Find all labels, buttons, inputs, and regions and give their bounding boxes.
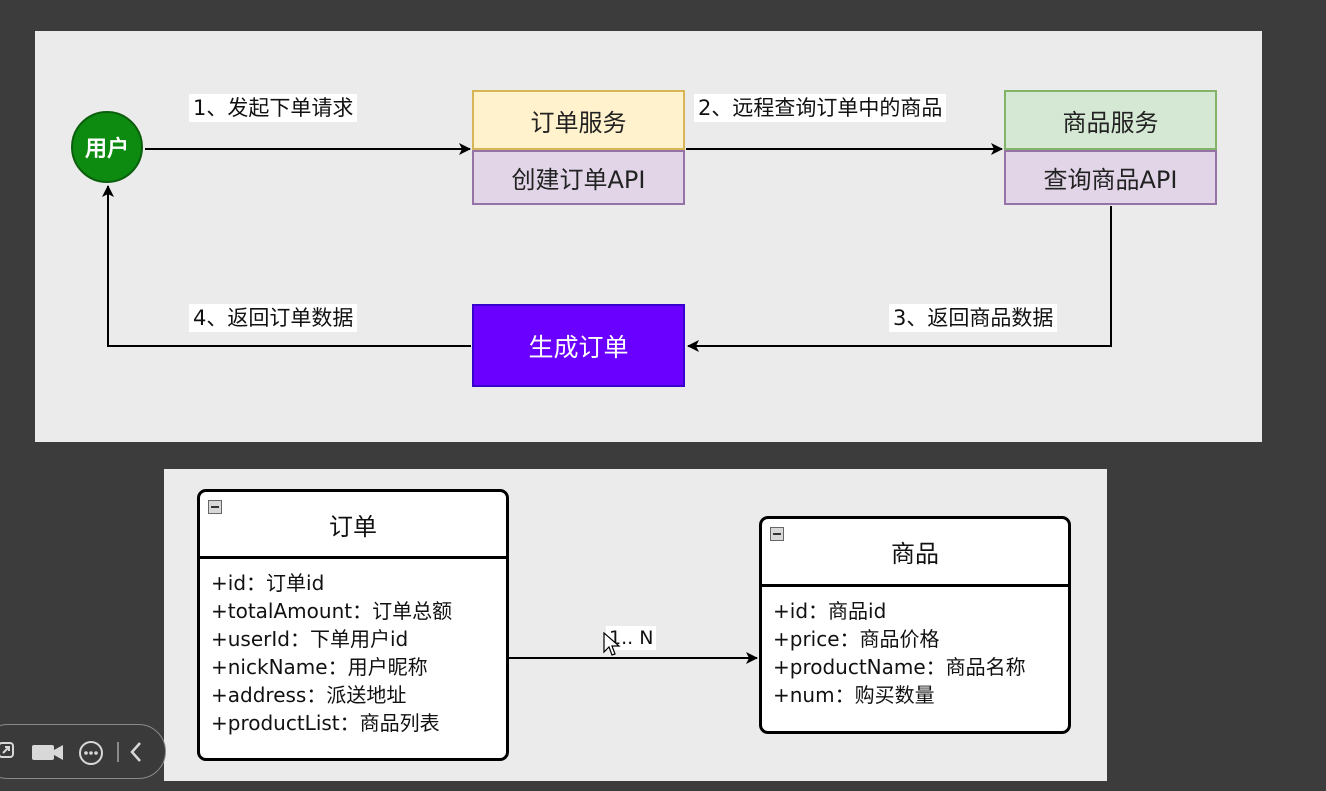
class-field: +id：订单id: [211, 571, 325, 595]
product-class-title: 商品: [891, 540, 939, 568]
class-field: +totalAmount：订单总额: [211, 599, 453, 623]
order-class-fields: +id：订单id +totalAmount：订单总额 +userId：下单用户i…: [200, 559, 506, 737]
screen-share-icon[interactable]: [0, 741, 17, 763]
user-node[interactable]: 用户: [71, 111, 143, 183]
floating-toolbar: [0, 724, 166, 779]
generate-order-node[interactable]: 生成订单: [472, 304, 685, 387]
step3-label: 3、返回商品数据: [889, 304, 1058, 332]
product-service-title[interactable]: 商品服务: [1004, 90, 1217, 150]
class-field: +num：购买数量: [773, 683, 935, 707]
order-service-title[interactable]: 订单服务: [472, 90, 685, 150]
mouse-cursor-icon: [603, 632, 621, 656]
step2-label: 2、远程查询订单中的商品: [694, 94, 947, 122]
query-product-api[interactable]: 查询商品API: [1004, 150, 1217, 205]
order-class[interactable]: 订单 +id：订单id +totalAmount：订单总额 +userId：下单…: [197, 489, 509, 761]
step4-label: 4、返回订单数据: [189, 304, 358, 332]
step1-label: 1、发起下单请求: [189, 94, 358, 122]
product-class-header: 商品: [762, 519, 1068, 587]
class-field: +id：商品id: [773, 599, 887, 623]
class-field: +productList：商品列表: [211, 711, 440, 735]
product-class-fields: +id：商品id +price：商品价格 +productName：商品名称 +…: [762, 587, 1068, 709]
class-field: +price：商品价格: [773, 627, 940, 651]
camera-icon[interactable]: [31, 742, 65, 764]
create-order-api[interactable]: 创建订单API: [472, 150, 685, 205]
product-class[interactable]: 商品 +id：商品id +price：商品价格 +productName：商品名…: [759, 516, 1071, 734]
collapse-icon[interactable]: [770, 527, 784, 541]
class-field: +productName：商品名称: [773, 655, 1026, 679]
order-class-header: 订单: [200, 492, 506, 559]
more-icon[interactable]: [78, 740, 104, 766]
toolbar-divider: [117, 742, 119, 762]
class-field: +userId：下单用户id: [211, 627, 409, 651]
class-field: +address：派送地址: [211, 683, 407, 707]
collapse-arrow-icon[interactable]: [127, 740, 145, 764]
collapse-icon[interactable]: [208, 500, 222, 514]
class-field: +nickName：用户昵称: [211, 655, 428, 679]
order-class-title: 订单: [329, 512, 377, 541]
